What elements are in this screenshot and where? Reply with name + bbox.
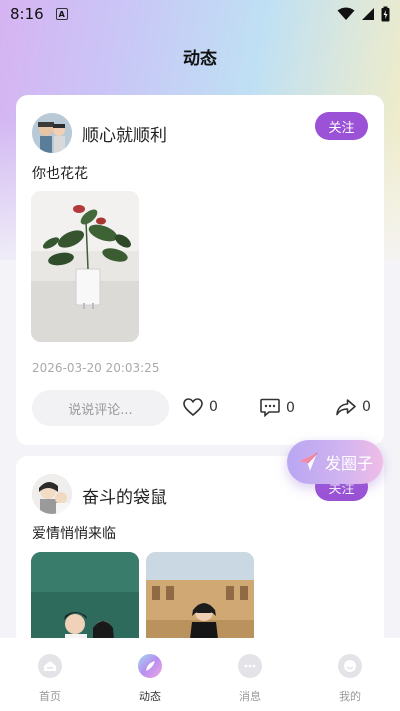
cellular-signal-icon — [362, 8, 374, 20]
like-button[interactable]: 0 — [183, 398, 218, 416]
page-title: 动态 — [183, 49, 217, 69]
tab-label: 首页 — [39, 690, 61, 703]
comment-icon — [260, 398, 280, 417]
tab-label: 消息 — [239, 690, 261, 703]
status-bar: 8:16 A — [0, 0, 400, 28]
username[interactable]: 奋斗的袋鼠 — [82, 483, 167, 508]
tab-home[interactable]: 首页 — [0, 638, 100, 711]
accessibility-indicator-icon: A — [55, 8, 68, 20]
post-text: 你也花花 — [32, 166, 88, 182]
post-timestamp: 2026-03-20 20:03:25 — [32, 361, 160, 375]
chat-bubble-icon — [238, 654, 262, 678]
share-count: 0 — [362, 399, 371, 415]
share-arrow-icon — [336, 399, 356, 416]
follow-button[interactable]: 关注 — [315, 112, 368, 140]
username[interactable]: 顺心就顺利 — [82, 121, 167, 146]
status-time: 8:16 — [10, 5, 44, 23]
profile-face-icon — [338, 654, 362, 678]
tab-label: 我的 — [339, 690, 361, 703]
heart-icon — [183, 398, 203, 416]
comment-count: 0 — [286, 399, 295, 416]
comment-button[interactable]: 0 — [260, 398, 295, 417]
feather-icon — [138, 654, 162, 678]
tab-moments[interactable]: 动态 — [100, 638, 200, 711]
post-card[interactable]: 顺心就顺利 关注 你也花花 2026-03-20 20:03:25 说说评论..… — [16, 95, 384, 445]
tab-profile[interactable]: 我的 — [300, 638, 400, 711]
wifi-icon — [337, 7, 355, 20]
tab-label: 动态 — [139, 690, 161, 703]
avatar[interactable] — [32, 474, 72, 514]
share-button[interactable]: 0 — [336, 398, 371, 416]
comment-input[interactable]: 说说评论... — [32, 390, 169, 426]
post-moment-fab[interactable]: 发圈子 — [287, 440, 383, 484]
tab-messages[interactable]: 消息 — [200, 638, 300, 711]
post-card[interactable]: 奋斗的袋鼠 关注 爱情悄悄来临 — [16, 456, 384, 656]
fab-label: 发圈子 — [324, 454, 373, 473]
post-photo[interactable] — [31, 191, 139, 342]
status-icons — [337, 6, 390, 22]
avatar[interactable] — [32, 113, 72, 153]
battery-charging-icon — [381, 6, 390, 22]
paper-plane-icon — [298, 452, 318, 471]
home-icon — [38, 654, 62, 678]
bottom-tab-bar: 首页 动态 消息 我的 — [0, 638, 400, 711]
post-text: 爱情悄悄来临 — [32, 526, 116, 542]
like-count: 0 — [209, 399, 218, 415]
